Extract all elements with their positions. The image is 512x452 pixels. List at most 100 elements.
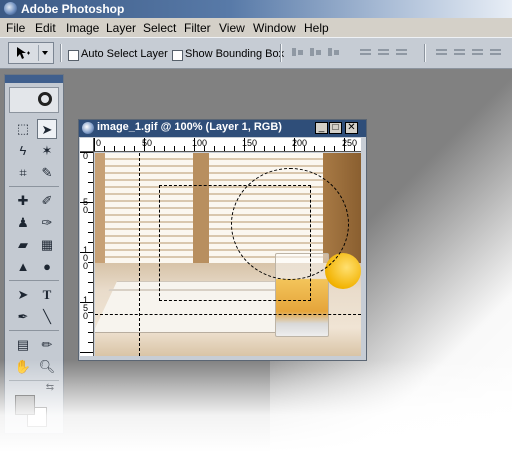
ruler-tick: [88, 212, 93, 213]
menu-file[interactable]: File: [6, 21, 25, 35]
brush-icon[interactable]: ✐: [37, 191, 57, 211]
menu-view[interactable]: View: [219, 21, 245, 35]
align-horizontal-icons: [360, 47, 414, 59]
ruler-tick: [304, 146, 305, 151]
ruler-tick: [134, 146, 135, 151]
photoshop-app: Adobe Photoshop File Edit Image Layer Se…: [0, 0, 512, 452]
crop-icon[interactable]: ⌗: [13, 163, 33, 183]
ruler-label: 1 0 0: [83, 245, 89, 271]
menu-window[interactable]: Window: [253, 21, 296, 35]
move-tool-icon[interactable]: ➤: [37, 119, 57, 139]
divider: [9, 330, 59, 331]
path-selection-icon[interactable]: ➤: [13, 285, 33, 305]
ruler-tick: [254, 146, 255, 151]
image-canvas[interactable]: [95, 153, 361, 356]
menu-filter[interactable]: Filter: [184, 21, 211, 35]
distribute-vcenter-icon[interactable]: [454, 47, 466, 57]
align-bottom-icon[interactable]: [328, 47, 340, 57]
menu-select[interactable]: Select: [143, 21, 176, 35]
gradient-icon[interactable]: ▦: [37, 235, 57, 255]
eyedropper-icon[interactable]: ✏: [37, 335, 57, 355]
ruler-tick: [88, 322, 93, 323]
notes-icon[interactable]: ▤: [13, 335, 33, 355]
ruler-tick: [104, 146, 105, 151]
line-icon[interactable]: ╲: [37, 307, 57, 327]
ruler-tick: [80, 202, 93, 203]
ruler-tick: [114, 146, 115, 151]
menu-image[interactable]: Image: [66, 21, 99, 35]
ruler-tick: [88, 312, 93, 313]
divider: [60, 44, 62, 62]
blur-icon[interactable]: ▲: [13, 257, 33, 277]
distribute-left-icon[interactable]: [490, 47, 502, 57]
distribute-bottom-icon[interactable]: [472, 47, 484, 57]
history-brush-icon[interactable]: ✑: [37, 213, 57, 233]
chevron-down-icon[interactable]: [38, 45, 51, 61]
rectangular-marquee-icon[interactable]: ⬚: [13, 119, 33, 139]
ruler-tick: [88, 272, 93, 273]
adobe-online-icon[interactable]: [9, 87, 59, 113]
show-bbox-checkbox[interactable]: [172, 50, 183, 61]
ruler-tick: [274, 146, 275, 151]
lasso-icon[interactable]: ϟ: [13, 141, 33, 161]
divider: [9, 186, 59, 187]
auto-select-checkbox[interactable]: [68, 50, 79, 61]
menu-edit[interactable]: Edit: [35, 21, 56, 35]
healing-brush-icon[interactable]: ✚: [13, 191, 33, 211]
vertical-guide[interactable]: [139, 153, 140, 356]
ruler-tick: [88, 192, 93, 193]
menu-help[interactable]: Help: [304, 21, 329, 35]
ruler-tick: [88, 172, 93, 173]
align-left-icon[interactable]: [360, 47, 372, 57]
type-icon[interactable]: T: [37, 285, 57, 305]
maximize-button[interactable]: □: [329, 122, 342, 134]
menu-layer[interactable]: Layer: [106, 21, 136, 35]
divider: [280, 44, 282, 62]
ruler-tick: [164, 146, 165, 151]
ruler-tick: [194, 138, 195, 151]
align-right-icon[interactable]: [396, 47, 408, 57]
document-title: image_1.gif @ 100% (Layer 1, RGB): [97, 121, 282, 133]
ruler-tick: [354, 146, 355, 151]
ruler-tick: [88, 342, 93, 343]
ruler-origin[interactable]: [80, 138, 94, 152]
close-button[interactable]: ✕: [345, 122, 358, 134]
ruler-tick: [88, 182, 93, 183]
elliptical-selection[interactable]: [231, 168, 349, 280]
slice-icon[interactable]: ✎: [37, 163, 57, 183]
minimize-button[interactable]: _: [315, 122, 328, 134]
align-icons: [292, 47, 346, 59]
eraser-icon[interactable]: ▰: [13, 235, 33, 255]
magic-wand-icon[interactable]: ✶: [37, 141, 57, 161]
ruler-tick: [264, 146, 265, 151]
window-frame: [95, 153, 105, 273]
ruler-tick: [344, 138, 345, 151]
toolbox-titlebar[interactable]: [5, 75, 63, 83]
ruler-label: 0: [96, 138, 102, 148]
ruler-tick: [80, 352, 93, 353]
document-titlebar[interactable]: image_1.gif @ 100% (Layer 1, RGB) _ □ ✕: [79, 120, 366, 137]
divider: [9, 280, 59, 281]
options-bar: Auto Select Layer Show Bounding Box: [0, 37, 512, 69]
ruler-tick: [154, 146, 155, 151]
move-tool-icon: [17, 47, 30, 59]
pen-icon[interactable]: ✒: [13, 307, 33, 327]
horizontal-guide[interactable]: [95, 314, 361, 315]
dodge-icon[interactable]: ●: [37, 257, 57, 277]
ruler-tick: [88, 232, 93, 233]
tool-preset-picker[interactable]: [8, 42, 54, 64]
ruler-label: 0: [83, 152, 89, 161]
distribute-top-icon[interactable]: [436, 47, 448, 57]
align-vcenter-icon[interactable]: [310, 47, 322, 57]
align-top-icon[interactable]: [292, 47, 304, 57]
show-bbox-label: Show Bounding Box: [185, 48, 285, 60]
ruler-tick: [324, 146, 325, 151]
clone-stamp-icon[interactable]: ♟: [13, 213, 33, 233]
ruler-label: 1 5 0: [83, 295, 89, 321]
ruler-tick: [174, 146, 175, 151]
menu-bar: File Edit Image Layer Select Filter View…: [0, 18, 512, 37]
horizontal-ruler[interactable]: 0 50 100 150 200 250: [94, 138, 361, 152]
align-hcenter-icon[interactable]: [378, 47, 390, 57]
ruler-tick: [88, 282, 93, 283]
vertical-ruler[interactable]: 0 5 0 1 0 0 1 5 0: [80, 152, 94, 356]
